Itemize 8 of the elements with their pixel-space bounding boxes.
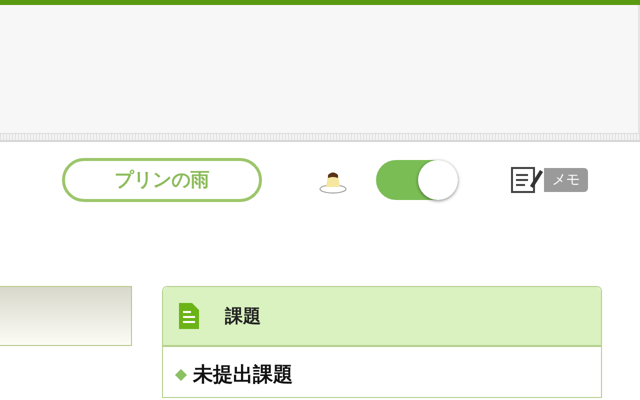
- toggle-switch[interactable]: [376, 160, 458, 200]
- assignment-link[interactable]: 未提出課題: [193, 361, 293, 388]
- rain-button[interactable]: プリンの雨: [62, 158, 262, 202]
- document-icon: [179, 303, 199, 329]
- notepad-pencil-icon: [510, 166, 544, 194]
- diamond-icon: [175, 368, 187, 380]
- memo-button[interactable]: メモ: [510, 166, 588, 194]
- panel-title: 課題: [225, 305, 261, 328]
